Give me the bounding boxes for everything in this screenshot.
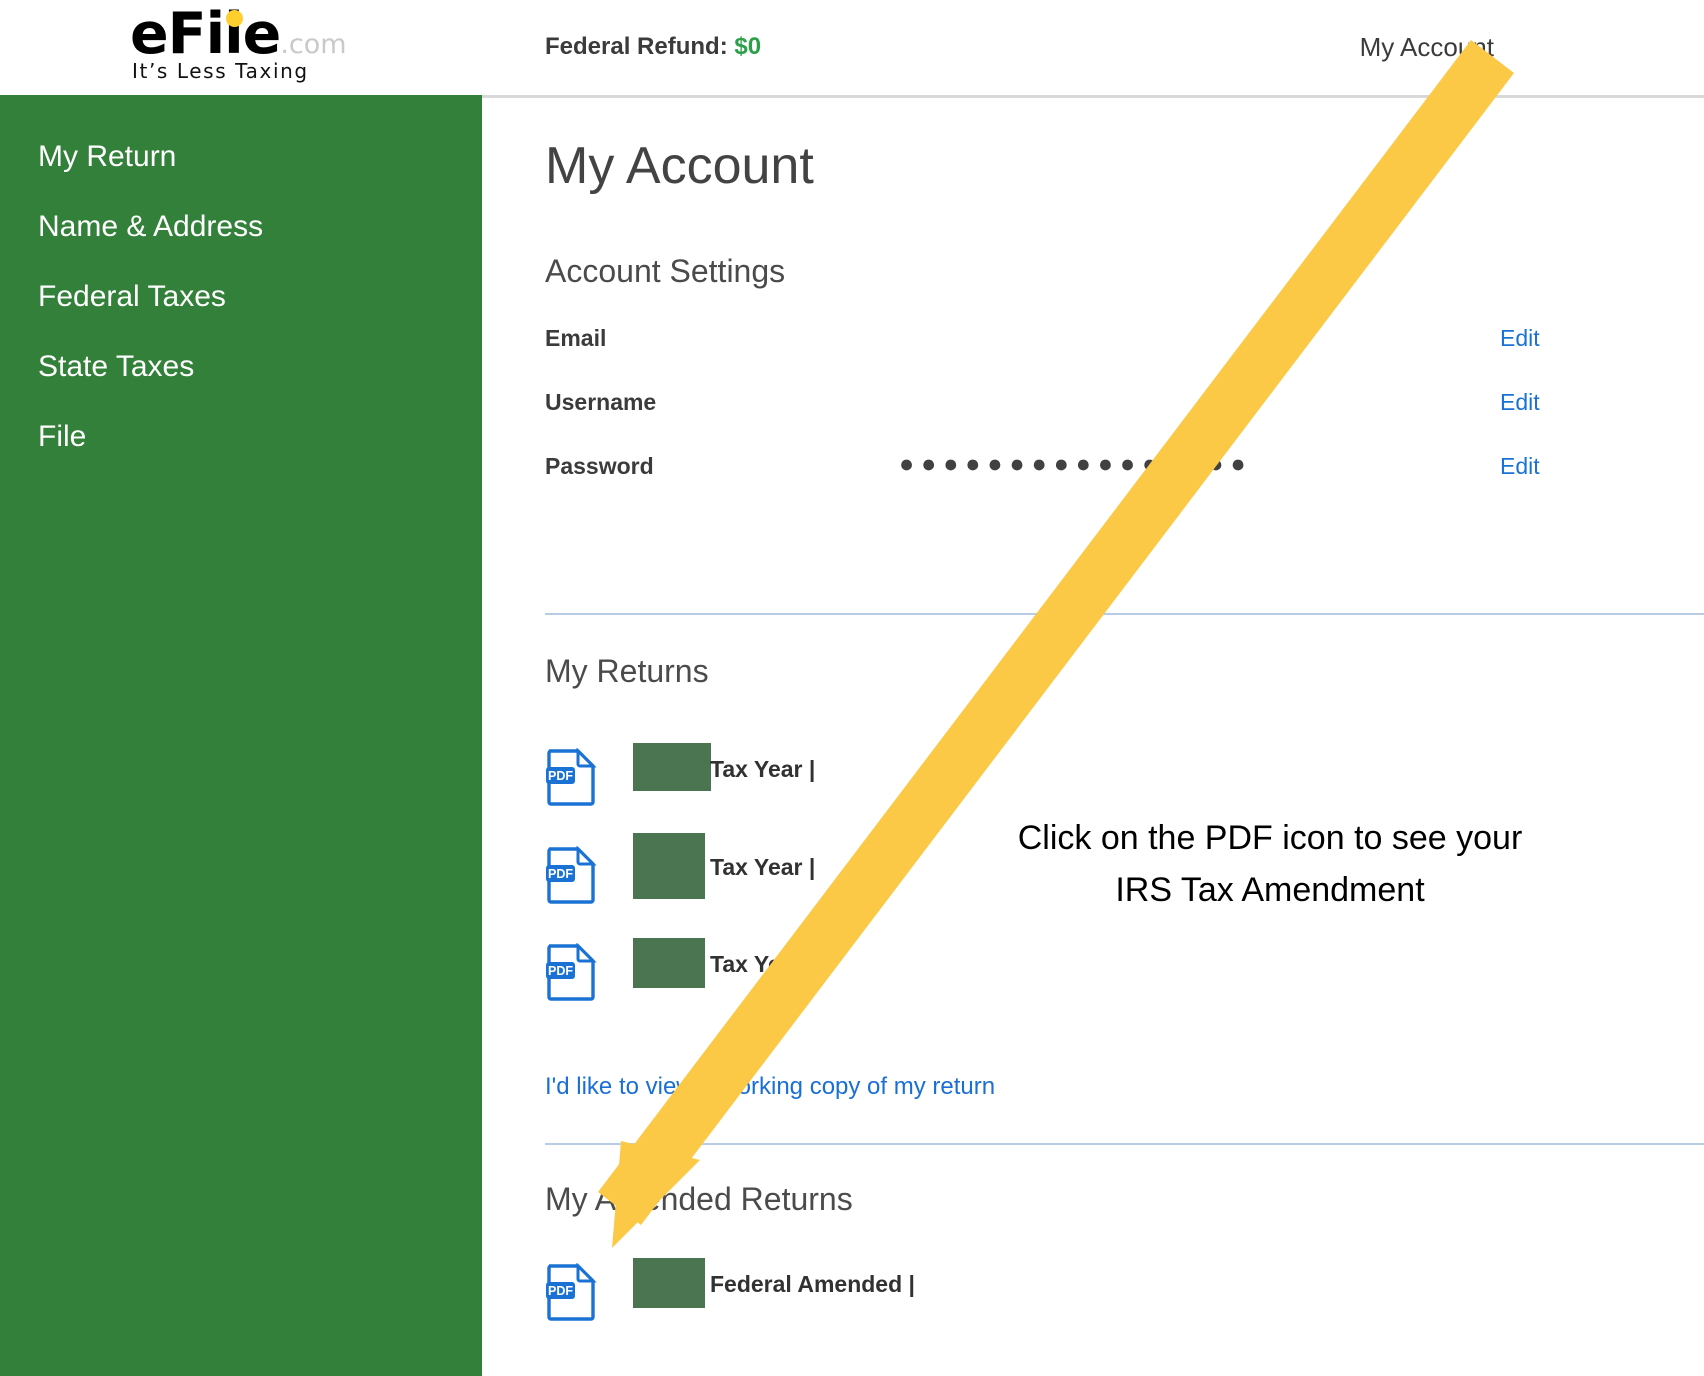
svg-text:PDF: PDF <box>548 964 573 978</box>
svg-text:PDF: PDF <box>548 867 573 881</box>
return-row-label: Tax Year | <box>710 951 816 977</box>
pdf-icon[interactable]: PDF <box>545 1262 597 1321</box>
setting-row-username: Username Edit <box>545 389 1635 423</box>
logo-main-text: eFile <box>130 1 281 67</box>
federal-refund-label: Federal Refund: <box>545 33 728 60</box>
account-settings-heading: Account Settings <box>545 253 786 289</box>
efile-logo[interactable]: eFile.com It’s Less Taxing <box>130 2 420 92</box>
sidebar-item-state-taxes[interactable]: State Taxes <box>38 350 194 384</box>
sidebar-item-name-address[interactable]: Name & Address <box>38 210 263 244</box>
top-header-bar: eFile.com It’s Less Taxing Federal Refun… <box>0 0 1704 98</box>
sidebar-item-file[interactable]: File <box>38 420 86 454</box>
logo-domain-suffix: .com <box>280 29 347 60</box>
annotation-line-2: IRS Tax Amendment <box>1115 871 1425 909</box>
sidebar-nav: My Return Name & Address Federal Taxes S… <box>0 95 482 1376</box>
logo-tagline: It’s Less Taxing <box>132 59 309 83</box>
annotation-line-1: Click on the PDF icon to see your <box>1017 819 1523 857</box>
my-account-link[interactable]: My Account <box>1360 32 1494 63</box>
divider-above-my-returns <box>545 613 1704 615</box>
return-row-label: Tax Year | <box>710 756 816 782</box>
setting-row-password: Password ●●●●●●●●●●●●●●●● Edit <box>545 450 1635 487</box>
sidebar-item-federal-taxes[interactable]: Federal Taxes <box>38 280 226 314</box>
edit-password-link[interactable]: Edit <box>1500 453 1540 480</box>
pdf-icon[interactable]: PDF <box>545 942 597 1001</box>
svg-text:PDF: PDF <box>548 769 573 783</box>
federal-refund-display: Federal Refund: $0 <box>545 33 761 61</box>
redaction-box <box>633 833 705 899</box>
setting-label-email: Email <box>545 325 607 351</box>
setting-label-username: Username <box>545 389 657 415</box>
annotation-callout-text: Click on the PDF icon to see your IRS Ta… <box>940 812 1600 916</box>
password-masked-value: ●●●●●●●●●●●●●●●● <box>899 450 1253 478</box>
redaction-box <box>633 743 711 791</box>
return-row-label: Tax Year | <box>710 854 816 880</box>
redaction-box <box>633 938 705 988</box>
pdf-icon[interactable]: PDF <box>545 845 597 904</box>
page-title: My Account <box>545 137 814 195</box>
logo-yellow-dot-icon <box>226 10 243 27</box>
my-amended-returns-heading: My Amended Returns <box>545 1181 853 1217</box>
sidebar-item-my-return[interactable]: My Return <box>38 140 176 174</box>
edit-email-link[interactable]: Edit <box>1500 325 1540 352</box>
main-content: My Account Account Settings Email Edit U… <box>482 98 1704 1376</box>
pdf-icon[interactable]: PDF <box>545 747 597 806</box>
setting-label-password: Password <box>545 453 654 479</box>
redaction-box <box>633 1258 705 1308</box>
view-working-copy-link[interactable]: I'd like to view a working copy of my re… <box>545 1073 995 1101</box>
my-returns-heading: My Returns <box>545 653 709 689</box>
edit-username-link[interactable]: Edit <box>1500 389 1540 416</box>
svg-text:PDF: PDF <box>548 1284 573 1298</box>
federal-refund-amount: $0 <box>734 33 762 60</box>
amended-return-row-label: Federal Amended | <box>710 1271 915 1297</box>
setting-row-email: Email Edit <box>545 325 1635 359</box>
divider-above-amended-returns <box>545 1143 1704 1145</box>
